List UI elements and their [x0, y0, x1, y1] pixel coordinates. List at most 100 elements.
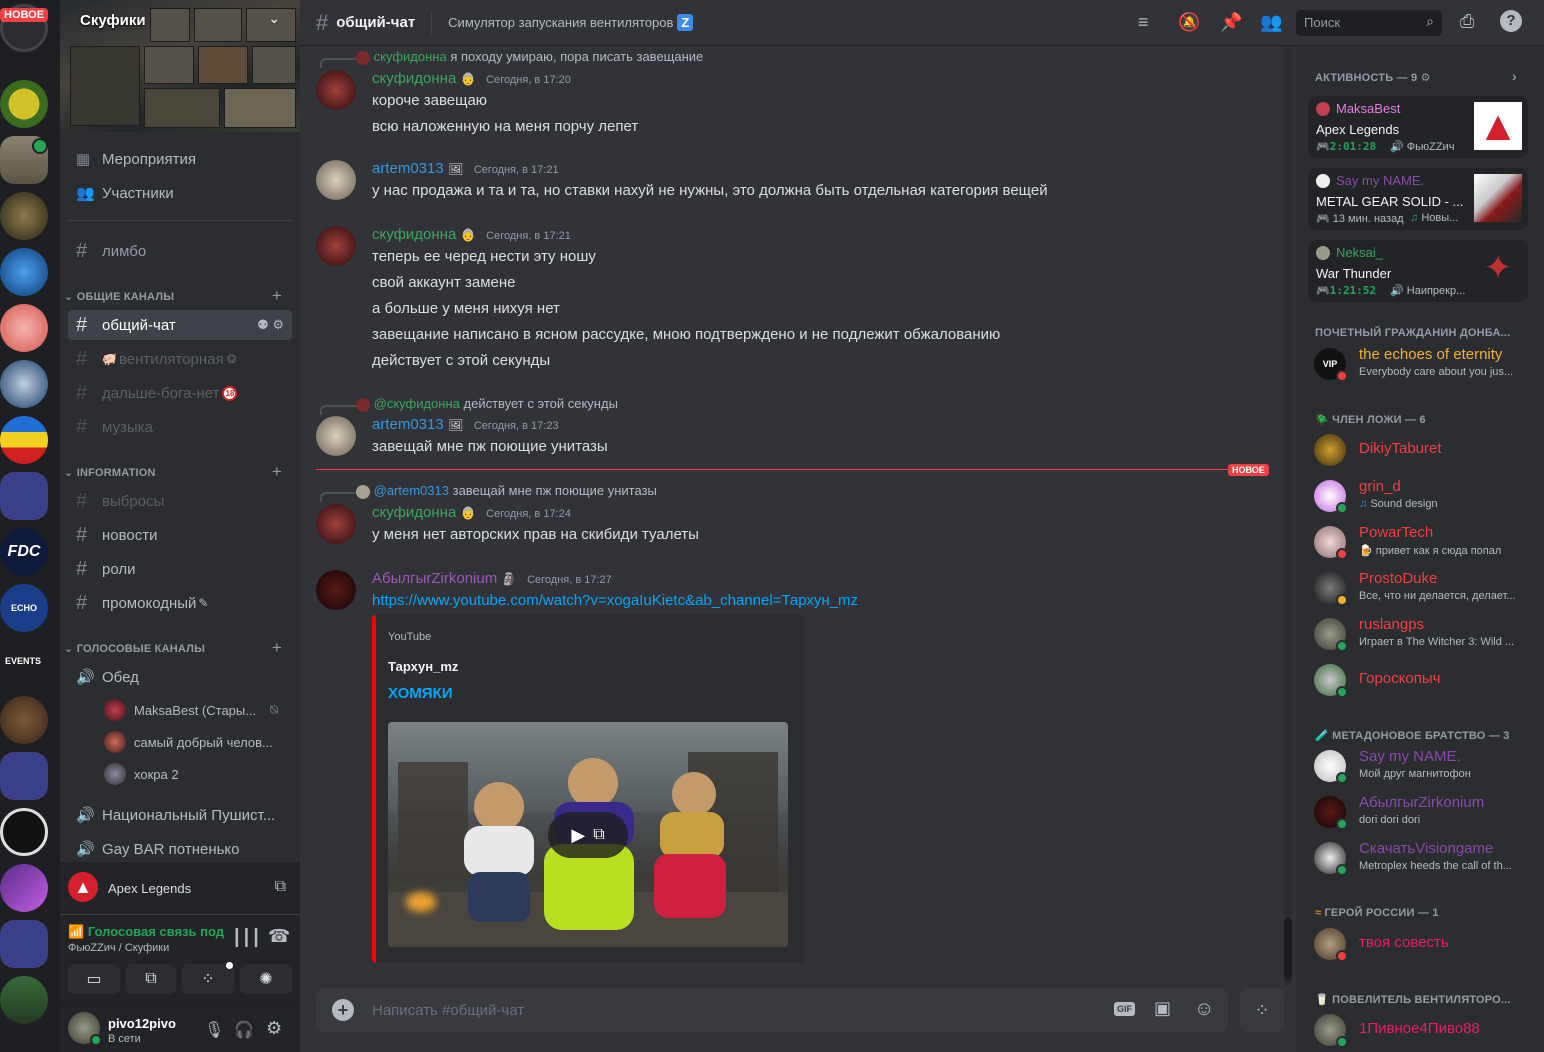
notifications-muted-icon[interactable]: 🔕	[1178, 12, 1200, 33]
activity-header[interactable]: АКТИВНОСТЬ — 9 ⚙	[1315, 71, 1431, 84]
member-row[interactable]: Гороскопыч	[1314, 658, 1534, 702]
channel-muzyka[interactable]: # музыка	[68, 412, 292, 442]
avatar[interactable]	[316, 160, 356, 200]
nav-events[interactable]: ▦ Мероприятия	[68, 144, 292, 174]
message-author[interactable]: AбылгыrZirkonium	[372, 570, 497, 587]
voice-channel-gay-bar[interactable]: 🔊 Gay BAR потненько	[68, 834, 292, 864]
screen-share-icon[interactable]: ⧉	[275, 878, 286, 896]
activity-card[interactable]: Say my NAME. METAL GEAR SOLID - ... 🎮 13…	[1308, 168, 1528, 230]
server-icon-5[interactable]	[0, 304, 48, 352]
server-icon-fdc[interactable]: FDC	[0, 528, 48, 576]
voice-channel-obed[interactable]: 🔊 Обед	[68, 662, 292, 692]
inbox-icon[interactable]: ⎙	[1460, 11, 1474, 32]
chevron-down-icon[interactable]: ⌄	[268, 10, 280, 27]
member-row[interactable]: ProstoDuke Все, что ни делается, делает.…	[1314, 566, 1534, 610]
apps-button[interactable]: ⁘	[1240, 988, 1284, 1032]
server-icon-smiley[interactable]	[0, 80, 48, 128]
events-label[interactable]: EVENTS	[0, 656, 46, 666]
channel-topic[interactable]: Симулятор запускания вентиляторов	[448, 15, 673, 30]
add-channel-icon[interactable]: +	[272, 638, 282, 658]
server-folder-2[interactable]	[0, 752, 48, 800]
server-icon-11[interactable]	[0, 976, 48, 1024]
avatar[interactable]	[316, 416, 356, 456]
channel-roli[interactable]: # роли	[68, 554, 292, 584]
message-composer[interactable]: + Написать #общий-чат GIF ▣ ☺	[316, 988, 1228, 1032]
message-author[interactable]: artem0313	[372, 416, 444, 433]
play-button[interactable]: ▶ ⧉	[548, 812, 628, 858]
voice-user[interactable]: самый добрый челов...	[104, 728, 273, 756]
message-author[interactable]: скуфидонна	[372, 70, 456, 87]
settings-gear-icon[interactable]: ⚙	[266, 1018, 282, 1039]
voice-channel-nacionalnyy[interactable]: 🔊 Национальный Пушист...	[68, 800, 292, 830]
attach-plus-icon[interactable]: +	[332, 999, 354, 1021]
message-author[interactable]: скуфидонна	[372, 226, 456, 243]
user-name[interactable]: pivo12pivo	[108, 1016, 176, 1031]
noise-suppression-icon[interactable]: ┃┃┃	[232, 928, 261, 948]
server-icon-6[interactable]	[0, 360, 48, 408]
server-icon-7[interactable]	[0, 416, 48, 464]
activity-card[interactable]: MaksaBest Apex Legends 🎮2:01:28 🔊 ФьюZZи…	[1308, 96, 1528, 158]
member-row[interactable]: VIP the echoes of eternity Everybody car…	[1314, 342, 1534, 386]
headphones-icon[interactable]: 🎧	[234, 1020, 254, 1040]
voice-user[interactable]: хокра 2	[104, 760, 179, 788]
channel-limbo[interactable]: # лимбо	[68, 236, 292, 266]
channel-dalshe-boga-net[interactable]: # дальше-бога-нет 18	[68, 378, 292, 408]
help-icon[interactable]: ?	[1500, 10, 1522, 32]
embed-author[interactable]: Тархун_mz	[388, 659, 458, 674]
add-channel-icon[interactable]: +	[272, 462, 282, 482]
avatar[interactable]	[316, 226, 356, 266]
avatar[interactable]	[316, 70, 356, 110]
member-row[interactable]: grin_d ♫ Sound design	[1314, 474, 1534, 518]
voice-connected-title[interactable]: 📶 Голосовая связь под	[68, 924, 224, 940]
server-folder-3[interactable]	[0, 920, 48, 968]
server-icon-bullet-echo[interactable]: ECHO	[0, 584, 48, 632]
gif-button[interactable]: GIF	[1114, 1002, 1135, 1016]
member-row[interactable]: Say my NAME. Мой друг магнитофон	[1314, 744, 1534, 788]
member-list-icon[interactable]: 👥	[1260, 12, 1282, 33]
embed-title[interactable]: ХОМЯКИ	[388, 685, 453, 702]
reply-preview[interactable]: @artem0313 завещай мне пж поющие унитазы	[356, 483, 657, 499]
avatar[interactable]	[316, 570, 356, 610]
sticker-icon[interactable]: ▣	[1154, 998, 1171, 1019]
category-voice[interactable]: ⌄ ГОЛОСОВЫЕ КАНАЛЫ +	[64, 638, 292, 657]
message-link[interactable]: https://www.youtube.com/watch?v=xogaIuKi…	[372, 588, 858, 614]
threads-icon[interactable]: ≡	[1138, 12, 1149, 33]
avatar[interactable]	[316, 504, 356, 544]
video-thumbnail[interactable]: ▶ ⧉	[388, 722, 788, 947]
nav-members[interactable]: 👥 Участники	[68, 178, 292, 208]
server-name[interactable]: Скуфики	[80, 12, 146, 29]
server-folder-1[interactable]	[0, 472, 48, 520]
reply-preview[interactable]: скуфидонна я походу умираю, пора писать …	[356, 49, 703, 65]
screen-share-button[interactable]: ⧉	[126, 964, 176, 994]
invite-settings-icons[interactable]: ⚉ ⚙	[257, 317, 284, 333]
server-icon-4[interactable]	[0, 248, 48, 296]
message-author[interactable]: скуфидонна	[372, 504, 456, 521]
embed-provider[interactable]: YouTube	[388, 631, 431, 643]
activities-button[interactable]: ⁘	[182, 964, 234, 994]
reply-preview[interactable]: @скуфидонна действует с этой секунды	[356, 396, 618, 412]
pin-icon[interactable]: 📌	[1220, 12, 1242, 33]
channel-obshchiy-chat[interactable]: # общий-чат ⚉ ⚙	[68, 310, 292, 340]
member-row[interactable]: AбылгыrZirkonium dori dori dori	[1314, 790, 1534, 834]
server-icon-3[interactable]	[0, 192, 48, 240]
channel-novosti[interactable]: # новости	[68, 520, 292, 550]
member-row[interactable]: 1Пивное4Пиво88	[1314, 1008, 1534, 1052]
server-icon-9[interactable]	[0, 808, 48, 856]
member-row[interactable]: твоя совесть	[1314, 922, 1534, 966]
channel-promokodnyy[interactable]: # промокодный ✎	[68, 588, 292, 618]
channel-vybrosy[interactable]: # выбросы	[68, 486, 292, 516]
channel-ventilyatornaya[interactable]: # 🐖 вентиляторная ❂	[68, 344, 292, 374]
message-author[interactable]: artem0313	[372, 160, 444, 177]
chevron-right-icon[interactable]: ›	[1512, 68, 1517, 84]
microphone-icon[interactable]: 🎙	[204, 1020, 224, 1040]
server-icon-8[interactable]	[0, 696, 48, 744]
composer-placeholder[interactable]: Написать #общий-чат	[372, 1002, 524, 1019]
member-row[interactable]: PowarTech 🍺 привет как я сюда попал	[1314, 520, 1534, 564]
category-general[interactable]: ⌄ ОБЩИЕ КАНАЛЫ +	[64, 286, 292, 305]
add-channel-icon[interactable]: +	[272, 286, 282, 306]
disconnect-icon[interactable]: ☎	[268, 926, 290, 947]
emoji-icon[interactable]: ☺	[1194, 998, 1214, 1021]
camera-off-button[interactable]: ▭	[68, 964, 120, 994]
popout-icon[interactable]: ⧉	[593, 826, 604, 844]
search-input[interactable]: Поиск ⌕	[1296, 10, 1442, 36]
